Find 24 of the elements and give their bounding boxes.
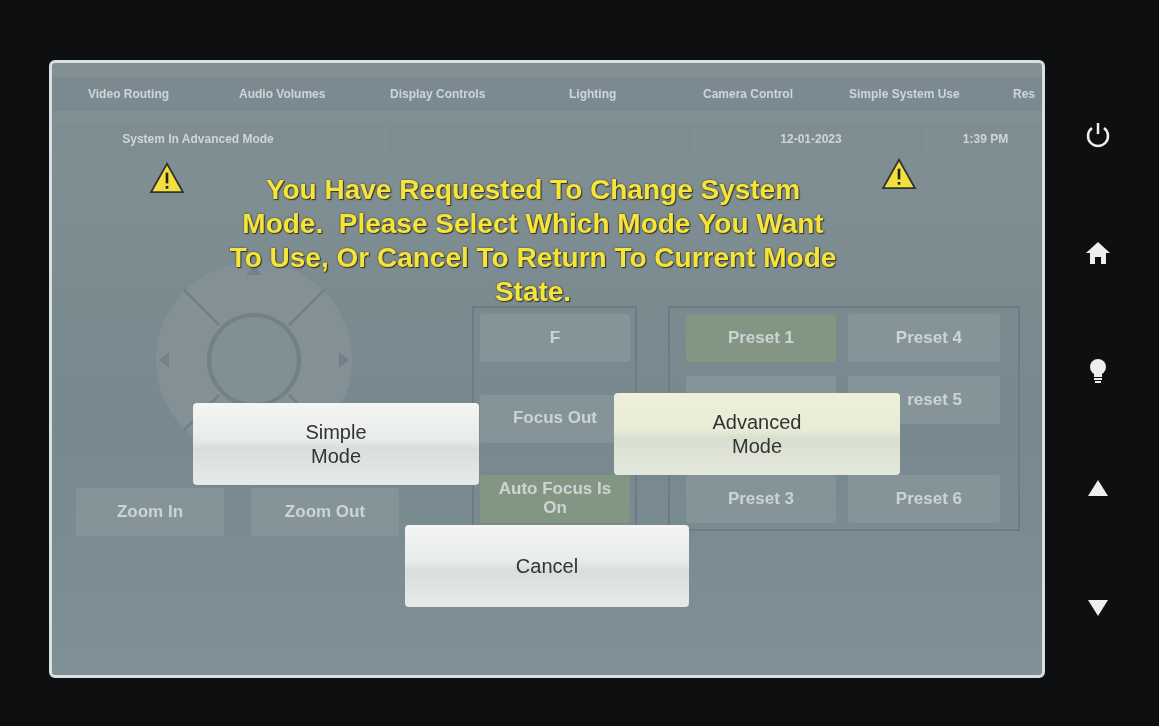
menu-tab[interactable]: Simple System Use	[849, 87, 1013, 101]
zoom-button[interactable]: Zoom Out	[251, 488, 399, 536]
cancel-mode-button[interactable]: Cancel	[405, 525, 689, 607]
warning-icon	[881, 158, 917, 190]
preset-button[interactable]: Preset 6	[848, 475, 1000, 523]
menu-tab[interactable]: Video Routing	[88, 87, 239, 101]
time-label: 1:39 PM	[962, 132, 1009, 146]
focus-button[interactable]: F	[480, 314, 630, 362]
menu-tab[interactable]: Camera Control	[703, 87, 849, 101]
warning-message: You Have Requested To Change System Mode. Please Select Which Mode You Want To Use, Or Cancel To Return To Current Mode State.	[228, 173, 838, 309]
menu-tab[interactable]: Audio Volumes	[239, 87, 390, 101]
warning-icon	[149, 162, 185, 194]
menu-tab[interactable]: Display Controls	[390, 87, 569, 101]
date-label: 12-01-2023	[780, 132, 842, 146]
preset-button[interactable]: Preset 3	[686, 475, 836, 523]
zoom-button[interactable]: Zoom In	[76, 488, 224, 536]
menu-tab[interactable]: Lighting	[569, 87, 703, 101]
mode-label: System In Advanced Mode	[122, 132, 274, 146]
menu-tab[interactable]: Res	[1013, 87, 1042, 101]
focus-button[interactable]: Auto Focus Is On	[480, 475, 630, 523]
preset-button[interactable]: Preset 1	[686, 314, 836, 362]
advanced-mode-button[interactable]: Advanced Mode	[614, 393, 900, 475]
simple-mode-button[interactable]: Simple Mode	[193, 403, 479, 485]
preset-button[interactable]: Preset 4	[848, 314, 1000, 362]
